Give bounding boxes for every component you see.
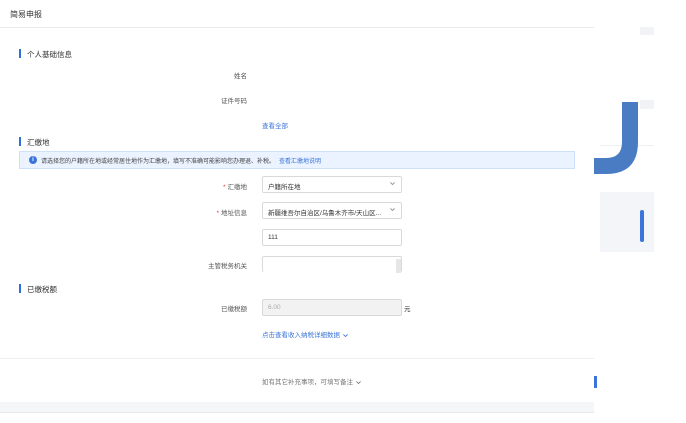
section-title-personal: 个人基础信息 (27, 50, 72, 59)
bottom-strip (0, 402, 594, 412)
notice-banner: i 请选择您的户籍所在地或经常居住地作为汇缴地，填写不准确可能影响您办理退、补税… (19, 151, 575, 169)
location-label: * 汇缴地 (167, 181, 247, 191)
side-tab[interactable] (640, 210, 644, 242)
notice-message: 请选择您的户籍所在地或经常居住地作为汇缴地，填写不准确可能影响您办理退、补税。 (41, 159, 276, 165)
paid-amount-input: 6.00 (262, 299, 402, 316)
bottom-divider (0, 412, 594, 413)
paid-amount-value: 6.00 (268, 304, 281, 311)
view-all-link[interactable]: 查看全部 (262, 120, 288, 130)
section-marker (19, 137, 21, 146)
remark-toggle-text: 如有其它补充事项，可填写备注 (262, 379, 353, 386)
required-mark: * (222, 184, 226, 191)
title-divider (0, 27, 594, 28)
section-marker (19, 284, 21, 293)
currency-unit: 元 (404, 306, 411, 313)
section-title-payment-location: 汇缴地 (27, 138, 50, 147)
notice-text: 请选择您的户籍所在地或经常居住地作为汇缴地，填写不准确可能影响您办理退、补税。查… (41, 156, 321, 165)
address-label-text: 地址信息 (221, 210, 247, 217)
info-icon: i (29, 156, 37, 164)
section-marker (19, 49, 21, 58)
address-select[interactable]: 新疆维吾尔自治区/乌鲁木齐市/天山区... (262, 202, 402, 219)
paid-amount-label: 已缴税额 (221, 306, 247, 313)
chevron-down-icon (389, 206, 396, 215)
scrollbar[interactable] (396, 259, 401, 273)
notice-help-link[interactable]: 查看汇缴地说明 (279, 159, 321, 165)
side-tab-small[interactable] (594, 376, 597, 388)
income-detail-link[interactable]: 点击查看收入纳税详细数据 (262, 329, 349, 339)
name-label: 姓名 (234, 73, 247, 80)
chevron-down-icon (355, 379, 362, 386)
tax-office-field[interactable] (262, 256, 402, 273)
chevron-down-icon (342, 332, 349, 339)
j-hook-graphic (594, 102, 638, 174)
remark-toggle[interactable]: 如有其它补充事项，可填写备注 (262, 376, 362, 386)
footer-divider (0, 358, 594, 359)
chevron-down-icon (389, 180, 396, 189)
background-card (600, 192, 654, 252)
page-title: 简易申报 (10, 10, 42, 19)
address-label: * 地址信息 (167, 207, 247, 217)
address-detail-input[interactable]: 111 (262, 229, 402, 246)
location-select[interactable]: 户籍所在地 (262, 176, 402, 193)
income-detail-link-text: 点击查看收入纳税详细数据 (262, 332, 340, 339)
tax-office-label: 主管税务机关 (208, 263, 247, 270)
section-title-paid-tax: 已缴税额 (27, 285, 57, 294)
background-fragment (640, 100, 654, 109)
location-select-value: 户籍所在地 (268, 184, 301, 191)
required-mark: * (216, 210, 219, 217)
background-fragment (640, 27, 654, 35)
address-detail-value: 111 (268, 234, 278, 241)
address-select-value: 新疆维吾尔自治区/乌鲁木齐市/天山区... (268, 210, 382, 217)
location-label-text: 汇缴地 (227, 184, 248, 191)
id-number-label: 证件号码 (221, 98, 247, 105)
